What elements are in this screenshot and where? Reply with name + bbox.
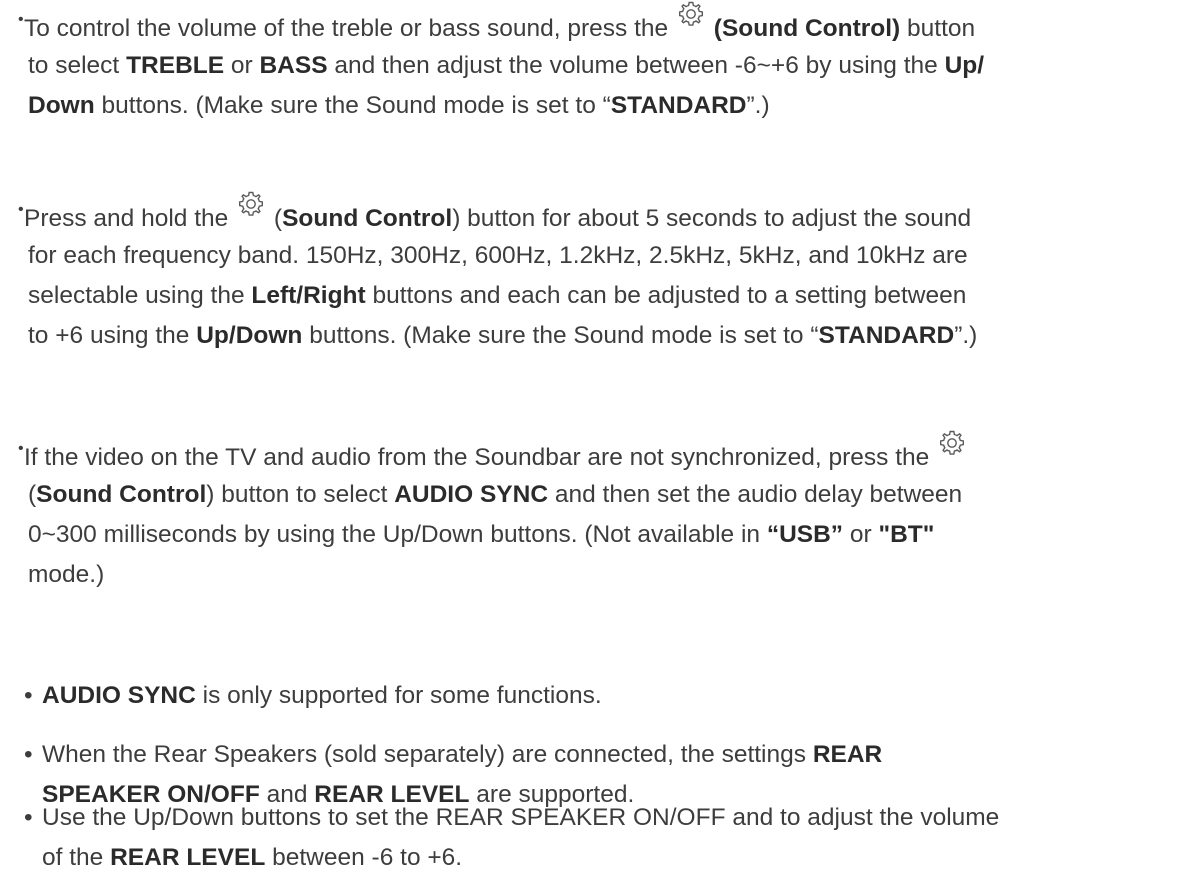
bold-text: Sound Control (282, 205, 453, 232)
text-line: • AUDIO SYNC is only supported for some f… (24, 676, 1178, 716)
text-run: to select (28, 52, 127, 79)
gear-icon (936, 427, 968, 459)
text-run: for each frequency band. 150Hz, 300Hz, 6… (28, 242, 968, 269)
text-line: of the REAR LEVEL between -6 to +6. (28, 838, 1178, 878)
text-run: selectable using the (28, 282, 252, 309)
text-line: to +6 using the Up/Down buttons. (Make s… (28, 316, 1178, 356)
list-item: • AUDIO SYNC is only supported for some f… (24, 676, 1178, 716)
text-run: mode.) (28, 561, 105, 588)
text-line: mode.) (28, 555, 1178, 595)
bold-text: REAR LEVEL (110, 844, 266, 871)
bold-text: AUDIO SYNC (394, 481, 549, 508)
bullet: • (18, 201, 24, 218)
bold-text: BASS (259, 52, 328, 79)
text-run: is only supported for some functions. (195, 682, 602, 709)
text-run: and then set the audio delay between (548, 481, 963, 508)
text-run: or (224, 52, 260, 79)
list-item: • Press and hold the (Sound Control) butt… (18, 191, 1178, 356)
bold-text: AUDIO SYNC (42, 682, 196, 709)
gear-icon (235, 188, 267, 220)
text-run: buttons. (Make sure the Sound mode is se… (302, 322, 819, 349)
text-run: When the Rear Speakers (sold separately)… (42, 741, 813, 768)
gear-icon (675, 0, 707, 30)
text-run: ”.) (746, 92, 770, 119)
bold-text: STANDARD (610, 92, 747, 119)
text-run: ( (267, 205, 283, 232)
text-run: button (900, 15, 976, 42)
text-run: If the video on the TV and audio from th… (24, 444, 937, 471)
bold-text: Down (28, 92, 95, 119)
list-item: • Use the Up/Down buttons to set the REAR… (24, 798, 1178, 878)
bullet: • (24, 804, 33, 831)
bullet: • (24, 682, 33, 709)
text-run: Use the Up/Down buttons to set the REAR … (42, 804, 1000, 831)
list-item: • If the video on the TV and audio from t… (18, 430, 1178, 595)
bold-text: REAR (812, 741, 883, 768)
text-run: To control the volume of the treble or b… (24, 15, 675, 42)
text-line: If the video on the TV and audio from th… (24, 430, 1178, 475)
bold-text: Up/ (944, 52, 985, 79)
bold-text: TREBLE (126, 52, 225, 79)
document: • To control the volume of the treble or … (0, 0, 1185, 871)
text-line: for each frequency band. 150Hz, 300Hz, 6… (28, 236, 1178, 276)
bullet: • (24, 741, 33, 768)
bold-text: "BT" (878, 521, 935, 548)
text-run: between -6 to +6. (265, 844, 463, 871)
bullet: • (18, 440, 24, 457)
text-run: Press and hold the (24, 205, 236, 232)
text-run: ”.) (954, 322, 978, 349)
text-line: Press and hold the (Sound Control) butto… (24, 191, 1178, 236)
text-line: To control the volume of the treble or b… (24, 1, 1178, 46)
bullet: • (18, 11, 24, 28)
text-line: (Sound Control) button to select AUDIO S… (28, 475, 1178, 515)
text-run: 0~300 milliseconds by using the Up/Down … (28, 521, 767, 548)
bold-text: Sound Control (36, 481, 207, 508)
bold-text: (Sound Control) (706, 15, 901, 42)
text-run: buttons. (Make sure the Sound mode is se… (94, 92, 611, 119)
text-line: selectable using the Left/Right buttons … (28, 276, 1178, 316)
text-line: • Use the Up/Down buttons to set the REAR… (24, 798, 1178, 838)
text-run: ) button for about 5 seconds to adjust t… (452, 205, 972, 232)
text-line: Down buttons. (Make sure the Sound mode … (28, 86, 1178, 126)
text-line: • When the Rear Speakers (sold separately… (24, 735, 1178, 775)
text-run: to +6 using the (28, 322, 197, 349)
text-run: of the (42, 844, 111, 871)
bold-text: STANDARD (818, 322, 955, 349)
text-line: 0~300 milliseconds by using the Up/Down … (28, 515, 1178, 555)
bold-text: “USB” (766, 521, 844, 548)
text-line: to select TREBLE or BASS and then adjust… (28, 46, 1178, 86)
bold-text: Left/Right (251, 282, 366, 309)
bold-text: Up/Down (196, 322, 303, 349)
text-run: buttons and each can be adjusted to a se… (365, 282, 967, 309)
text-run: ) button to select (206, 481, 395, 508)
text-run: and then adjust the volume between -6~+6… (327, 52, 945, 79)
list-item: • To control the volume of the treble or … (18, 1, 1178, 126)
text-run: ( (28, 481, 37, 508)
text-run: or (843, 521, 879, 548)
